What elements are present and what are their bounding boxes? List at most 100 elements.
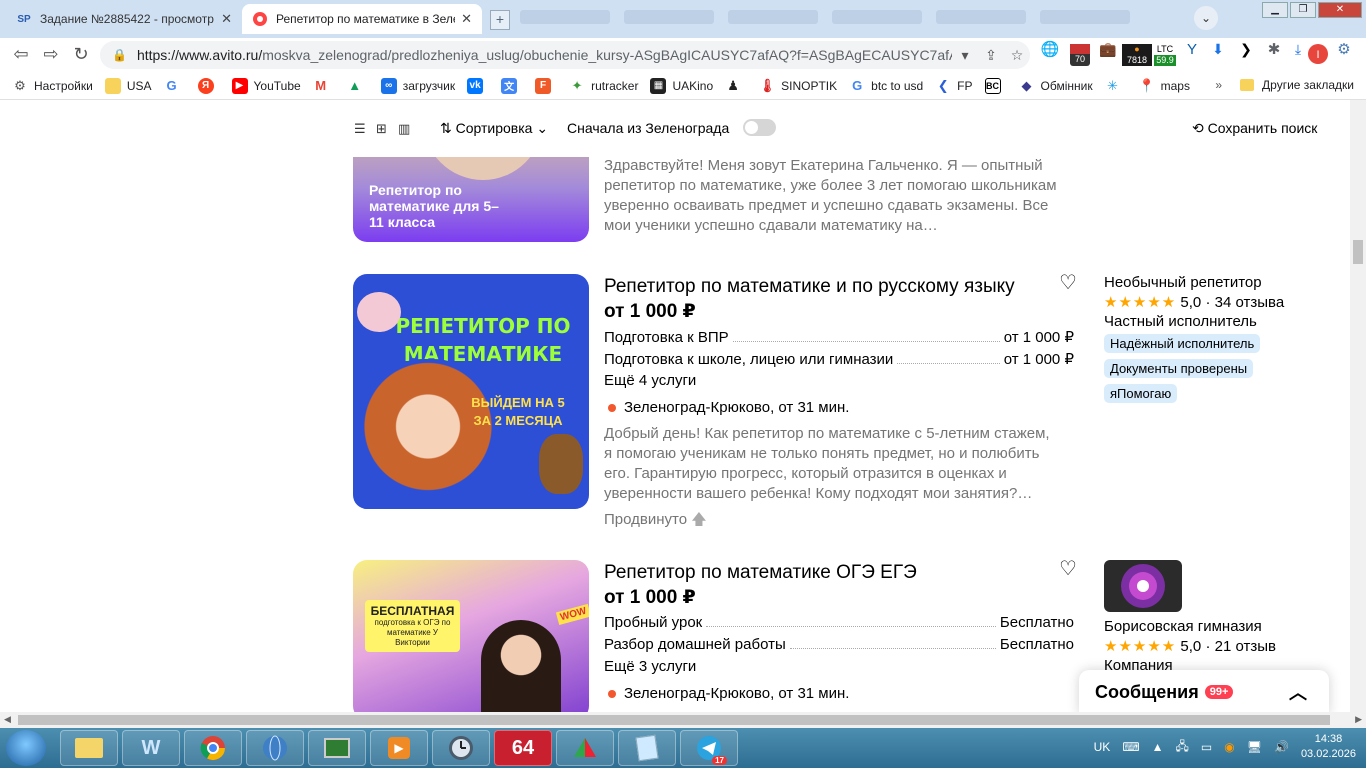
reviews-count[interactable]: 34 отзыва [1215, 294, 1285, 311]
save-search-button[interactable]: ⟲ Сохранить поиск [1192, 120, 1317, 137]
seller-name[interactable]: Необычный репетитор [1104, 274, 1334, 291]
bookmark-loader[interactable]: ∞ загрузчик [380, 77, 455, 94]
rss-icon[interactable]: ◉ [1224, 740, 1234, 754]
battery-icon[interactable]: ▭ [1201, 740, 1212, 754]
tab-search-button[interactable]: ⌄ [1194, 6, 1218, 30]
bookmark-rutracker[interactable]: ✦ rutracker [569, 78, 639, 94]
shield-app-taskbar-icon[interactable]: W [122, 730, 180, 766]
chevron-up-icon[interactable]: ︿ [1289, 679, 1307, 705]
monitor-icon[interactable]: 🖥 [1247, 740, 1262, 754]
listing-photo[interactable]: БЕСПЛАТНАЯ подготовка к ОГЭ по математик… [353, 560, 589, 712]
dropdown-icon[interactable]: ▾ [952, 47, 978, 64]
favorite-heart-icon[interactable]: ♡ [1059, 270, 1077, 295]
grid-view-icon[interactable]: ⊞ [376, 121, 387, 137]
tab-zadanie[interactable]: SP Задание №2885422 - просмотр з ✕ [6, 4, 242, 34]
bookmark-yandex[interactable]: Я [197, 77, 220, 94]
scroll-left-icon[interactable]: ◀ [4, 714, 11, 725]
ext-70-icon[interactable]: 70 [1070, 44, 1090, 66]
media-player-taskbar-icon[interactable]: ▶ [370, 730, 428, 766]
tab-avito[interactable]: Репетитор по математике в Зеле ✕ [242, 4, 482, 34]
scrollbar-thumb[interactable] [1353, 240, 1363, 264]
zelenograd-first-toggle[interactable] [743, 119, 776, 136]
listing-photo[interactable]: РЕПЕТИТОР ПО МАТЕМАТИКЕ ВЫЙДЕМ НА 5 ЗА 2… [353, 274, 589, 509]
scrollbar-thumb[interactable] [18, 715, 1330, 725]
bookmark-youtube[interactable]: ▶ YouTube [231, 77, 301, 94]
scroll-right-icon[interactable]: ▶ [1355, 714, 1362, 725]
bookmark-label: UAKino [672, 78, 714, 93]
new-tab-button[interactable]: + [490, 10, 510, 30]
chrome-menu-icon[interactable]: ⚙ [1334, 42, 1354, 66]
seller-logo[interactable] [1104, 560, 1182, 612]
horizontal-scrollbar[interactable]: ◀ ▶ [0, 712, 1366, 728]
app-64-taskbar-icon[interactable]: 64 [494, 730, 552, 766]
listing-title[interactable]: Репетитор по математике и по русскому яз… [604, 276, 1015, 298]
other-bookmarks[interactable]: Другие закладки [1262, 78, 1354, 92]
volume-icon[interactable]: 🔊 [1274, 740, 1289, 754]
close-window-button[interactable]: ✕ [1318, 2, 1362, 18]
download-ext-icon[interactable]: ⬇ [1208, 42, 1228, 66]
downloads-icon[interactable]: ⤓ [1288, 42, 1308, 66]
arrow-up-tray-icon[interactable]: ▲ [1152, 740, 1164, 754]
btc-price-icon[interactable]: ● 7818 [1122, 44, 1152, 66]
bookmark-snowflake[interactable]: ✳ [1105, 78, 1127, 94]
sort-dropdown[interactable]: ⇅ Сортировка ⌄ [440, 120, 548, 137]
network-globe-taskbar-icon[interactable] [246, 730, 304, 766]
bookmark-vk[interactable]: vk [467, 77, 489, 94]
clock-app-taskbar-icon[interactable] [432, 730, 490, 766]
notepad-taskbar-icon[interactable] [618, 730, 676, 766]
profile-avatar[interactable]: I [1308, 44, 1328, 66]
reviews-count[interactable]: 21 отзыв [1215, 638, 1276, 655]
vertical-scrollbar[interactable] [1350, 100, 1366, 712]
start-button[interactable] [6, 730, 46, 766]
bookmark-btc[interactable]: Gbtc to usd [849, 78, 923, 94]
share-icon[interactable]: ⇪ [978, 47, 1004, 64]
address-bar[interactable]: 🔒 https://www.avito.ru/moskva_zelenograd… [100, 41, 1030, 69]
bookmark-uakino[interactable]: ▦ UAKino [650, 77, 714, 94]
bookmark-translate[interactable]: 文 [501, 77, 523, 94]
keyboard-icon[interactable]: ⌨ [1122, 740, 1139, 754]
bookmark-bc[interactable]: BC [984, 77, 1007, 94]
bookmark-exchange[interactable]: ◆ Обмінник [1019, 78, 1093, 94]
globe-icon[interactable]: 🌐 [1040, 42, 1060, 66]
bookmark-drive[interactable]: ▲ [347, 78, 369, 94]
terminal-ext-icon[interactable]: ❯ [1236, 42, 1256, 66]
language-indicator[interactable]: UK [1094, 740, 1111, 754]
bookmark-settings[interactable]: ⚙ Настройки [12, 78, 93, 94]
bookmark-star-icon[interactable]: ☆ [1004, 47, 1030, 64]
reload-icon[interactable]: ↻ [70, 44, 92, 66]
maximize-button[interactable]: ❐ [1290, 2, 1316, 18]
close-tab-icon[interactable]: ✕ [461, 11, 472, 27]
listing-title[interactable]: Репетитор по математике ОГЭ ЕГЭ [604, 562, 917, 584]
back-icon[interactable]: ⇦ [10, 44, 32, 66]
list-view-icon[interactable]: ☰ [354, 121, 366, 137]
close-tab-icon[interactable]: ✕ [221, 11, 232, 27]
telegram-taskbar-icon[interactable]: 17 [680, 730, 738, 766]
bookmark-sinoptik[interactable]: 🌡 SINOPTIK [759, 78, 837, 94]
favorite-heart-icon[interactable]: ♡ [1059, 556, 1077, 581]
network-icon[interactable]: 🖧 [1176, 737, 1189, 758]
briefcase-icon[interactable]: 💼 [1098, 42, 1118, 66]
bookmark-f[interactable]: F [535, 77, 557, 94]
minimize-button[interactable]: ▁ [1262, 2, 1288, 18]
more-services-link[interactable]: Ещё 4 услуги [604, 372, 696, 389]
bookmark-usa[interactable]: USA [104, 77, 152, 94]
ltc-price-icon[interactable]: LTC 59.9 [1154, 44, 1176, 66]
winrar-taskbar-icon[interactable] [556, 730, 614, 766]
v-ext-icon[interactable]: Y [1182, 42, 1202, 66]
extensions-puzzle-icon[interactable]: ✱ [1264, 42, 1284, 66]
explorer-taskbar-icon[interactable] [60, 730, 118, 766]
bookmark-fp[interactable]: ❮ FP [935, 78, 973, 94]
more-services-link[interactable]: Ещё 3 услуги [604, 658, 696, 675]
seller-name[interactable]: Борисовская гимназия [1104, 618, 1334, 635]
bookmark-gmail[interactable]: M [313, 78, 335, 94]
messages-panel[interactable]: Сообщения 99+ ︿ [1079, 670, 1329, 712]
bookmark-figure[interactable]: ♟ [725, 78, 747, 94]
chrome-taskbar-icon[interactable] [184, 730, 242, 766]
forward-icon[interactable]: ⇨ [40, 44, 62, 66]
clock[interactable]: 14:38 03.02.2026 [1301, 732, 1356, 762]
terminal-taskbar-icon[interactable] [308, 730, 366, 766]
bookmarks-overflow-icon[interactable]: » [1215, 78, 1222, 92]
bookmark-google[interactable]: G [164, 78, 186, 94]
bookmark-maps[interactable]: 📍 maps [1139, 78, 1190, 94]
map-view-icon[interactable]: ▥ [398, 121, 410, 137]
